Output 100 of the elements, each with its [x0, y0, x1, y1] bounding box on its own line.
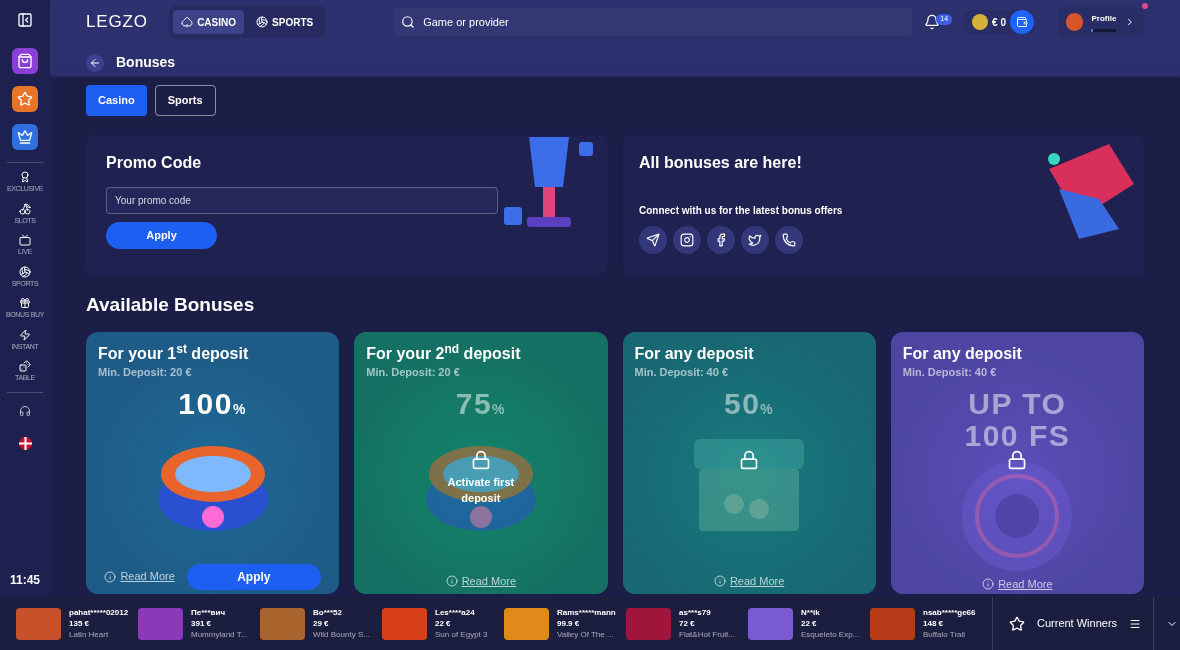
facebook-icon: [714, 233, 728, 247]
game-name: Mummyland T...: [191, 629, 248, 640]
bonus-amount: UP TO 100 FS: [963, 388, 1072, 452]
read-more-link[interactable]: Read More: [445, 573, 517, 590]
screen-icon[interactable]: [19, 234, 31, 246]
info-icon: [445, 575, 458, 588]
game-name: Sun of Egypt 3: [435, 629, 488, 640]
headset-icon[interactable]: [19, 404, 31, 417]
bonus-amount: 50%: [722, 388, 776, 422]
search-field[interactable]: Game or provider: [393, 8, 913, 36]
clock-time: 11:45: [10, 572, 40, 589]
cherry-icon[interactable]: [19, 202, 31, 215]
social-text: Connect with us for the latest bonus offers: [639, 204, 844, 218]
bonus-amount: 100%: [177, 388, 248, 422]
winner-name: Rams*****mann: [557, 607, 616, 618]
game-thumbnail[interactable]: [260, 607, 305, 640]
game-thumbnail[interactable]: [16, 607, 61, 640]
win-amount: 135 €: [69, 618, 91, 629]
game-thumbnail[interactable]: [748, 607, 793, 640]
win-amount: 72 €: [679, 618, 696, 629]
social-button[interactable]: [741, 226, 769, 254]
apply-button[interactable]: Apply: [186, 563, 321, 590]
phone-icon: [782, 233, 796, 247]
game-thumbnail[interactable]: [626, 607, 671, 640]
min-deposit-text: Min. Deposit: 40 €: [902, 364, 998, 380]
winner-name: Пе***вич: [191, 607, 227, 618]
winner-name: Bo***52: [313, 607, 343, 618]
featured-tile[interactable]: [12, 124, 38, 150]
card-title: For your 1$^{st}$ deposit: [98, 343, 250, 364]
bell-icon[interactable]: [924, 14, 941, 30]
win-amount: 99.9 €: [557, 618, 581, 629]
back-button[interactable]: [86, 53, 104, 72]
bonus-amount: 75%: [454, 388, 508, 422]
winner-name: pahat*****02012: [69, 607, 129, 618]
bird-icon: [748, 233, 762, 247]
min-deposit-text: Min. Deposit: 40 €: [634, 364, 730, 380]
bonus-tab[interactable]: Casino: [86, 85, 147, 116]
dice-icon[interactable]: [19, 360, 31, 372]
medal-icon[interactable]: [19, 171, 31, 183]
gift-icon[interactable]: [19, 297, 31, 309]
game-name: Latin Heart: [69, 629, 110, 640]
read-more-link[interactable]: Read More: [104, 568, 175, 585]
win-amount: 391 €: [191, 618, 213, 629]
spade-icon: [181, 16, 194, 28]
featured-tile[interactable]: [12, 86, 38, 112]
bonus-tab[interactable]: Sports: [154, 85, 216, 116]
promo-code-field[interactable]: Your promo code: [106, 187, 498, 214]
game-name: Buffalo Trail: [923, 629, 967, 640]
menu-icon[interactable]: [1129, 617, 1142, 630]
coin-icon: [972, 14, 989, 30]
win-amount: 22 €: [801, 618, 818, 629]
promo-title: Promo Code: [106, 153, 203, 173]
info-icon: [982, 578, 995, 591]
back-arrow-icon: [89, 56, 101, 69]
top-tab[interactable]: CASINO: [173, 10, 245, 34]
read-more-link[interactable]: Read More: [713, 573, 785, 590]
lightning-icon[interactable]: [19, 328, 31, 341]
win-amount: 148 €: [923, 618, 945, 629]
game-thumbnail[interactable]: [382, 607, 427, 640]
star-icon: [17, 91, 33, 107]
ball-icon[interactable]: [19, 265, 31, 278]
logo[interactable]: LEGZO: [86, 9, 158, 35]
crown-icon: [17, 129, 33, 145]
game-name: Esqueleto Exp...: [801, 629, 860, 640]
game-thumbnail[interactable]: [870, 607, 915, 640]
card-title: For your 2$^{nd}$ deposit: [366, 343, 522, 364]
winners-title: Current Winners: [1037, 616, 1118, 632]
card-title: For any deposit: [634, 343, 755, 364]
social-button[interactable]: [639, 226, 667, 254]
top-tab[interactable]: SPORTS: [248, 10, 322, 34]
card-title: For any deposit: [902, 343, 1023, 364]
flag-icon[interactable]: [18, 436, 32, 450]
winner-name: nsab*****ge66: [923, 607, 976, 618]
game-name: Valley Of The ...: [557, 629, 615, 640]
search-icon: [401, 15, 416, 29]
social-button[interactable]: [707, 226, 735, 254]
info-icon: [104, 570, 117, 583]
balance-amount: € 0: [992, 15, 1006, 30]
read-more-link[interactable]: Read More: [982, 576, 1053, 593]
game-thumbnail[interactable]: [138, 607, 183, 640]
social-button[interactable]: [775, 226, 803, 254]
apply-button[interactable]: Apply: [106, 222, 217, 249]
win-amount: 22 €: [435, 618, 452, 629]
social-button[interactable]: [673, 226, 701, 254]
min-deposit-text: Min. Deposit: 20 €: [366, 364, 461, 380]
game-name: Wild Bounty S...: [313, 629, 370, 640]
locked-note: Activate first deposit: [446, 474, 516, 506]
winner-name: Les****a24: [435, 607, 476, 618]
page-title: Bonuses: [116, 53, 176, 72]
game-thumbnail[interactable]: [504, 607, 549, 640]
search-input[interactable]: Game or provider: [423, 13, 905, 31]
section-title: Available Bonuses: [86, 293, 256, 317]
game-name: Flat&Hot Fruit...: [679, 629, 735, 640]
featured-tile[interactable]: [12, 48, 38, 74]
info-icon: [713, 575, 726, 588]
winner-name: N**ik: [801, 607, 821, 618]
collapse-icon[interactable]: [17, 12, 33, 28]
instagram-icon: [680, 233, 694, 247]
social-title: All bonuses are here!: [639, 153, 803, 173]
wallet-button[interactable]: [1010, 10, 1034, 34]
